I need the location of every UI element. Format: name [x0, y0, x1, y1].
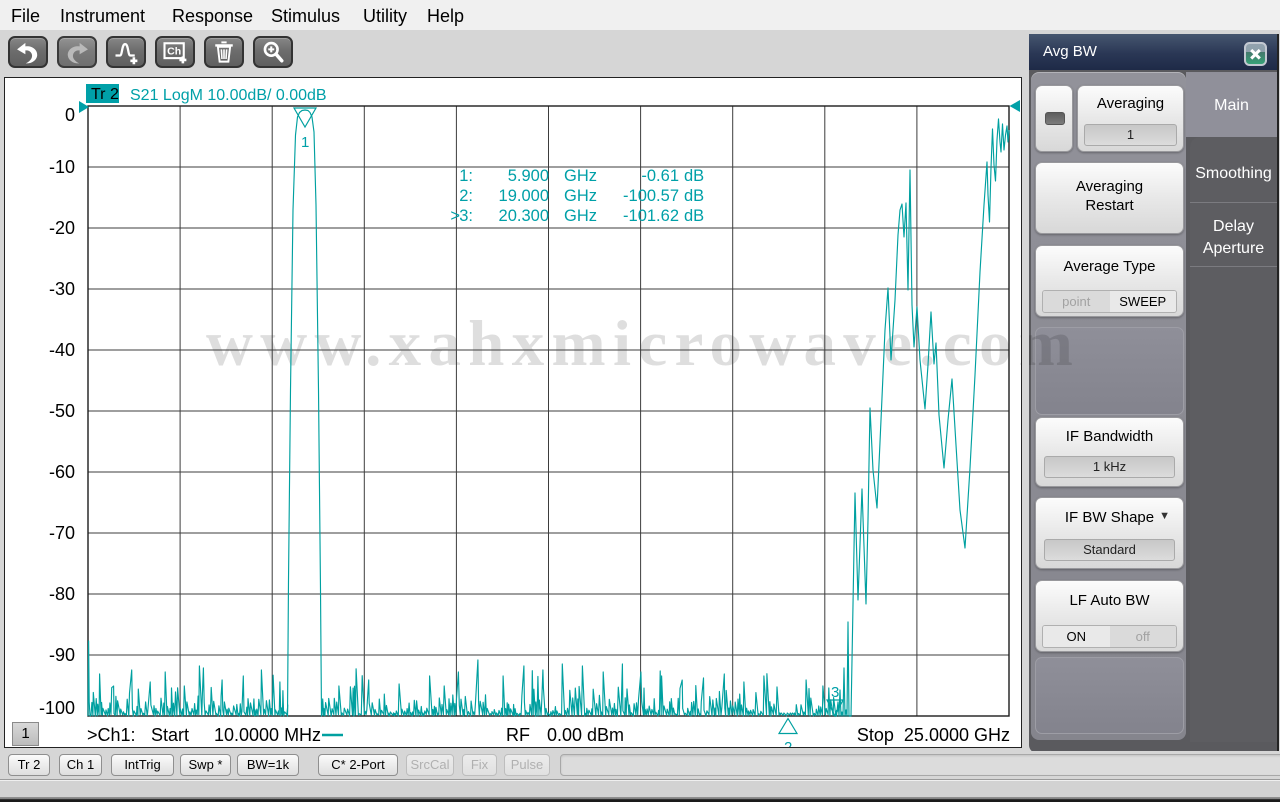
svg-text:-101.62: -101.62: [623, 207, 679, 225]
svg-text:GHz: GHz: [564, 167, 597, 185]
svg-text:2: 2: [784, 739, 792, 747]
svg-text:GHz: GHz: [564, 187, 597, 205]
svg-text:-100: -100: [39, 698, 75, 718]
svg-text:1: 1: [301, 134, 309, 151]
svg-text:www.xahxmicrowave.com: www.xahxmicrowave.com: [206, 308, 1021, 380]
svg-text:1:: 1:: [459, 167, 473, 185]
svg-text:Ch: Ch: [167, 46, 181, 58]
svg-text:-70: -70: [49, 523, 75, 543]
svg-text:S21 LogM 10.00dB/ 0.00dB: S21 LogM 10.00dB/ 0.00dB: [130, 87, 327, 104]
svg-text:5.900: 5.900: [508, 167, 549, 185]
svg-text:dB: dB: [684, 207, 704, 225]
svg-text:-60: -60: [49, 462, 75, 482]
svg-text:20.300: 20.300: [499, 207, 549, 225]
svg-text:-90: -90: [49, 645, 75, 665]
svg-text:-30: -30: [49, 279, 75, 299]
svg-text:-20: -20: [49, 218, 75, 238]
svg-text:3:: 3:: [459, 207, 473, 225]
svg-text:dB: dB: [684, 167, 704, 185]
svg-text:3: 3: [831, 684, 839, 701]
svg-text:Tr 2: Tr 2: [91, 86, 119, 103]
svg-text:0: 0: [65, 105, 75, 125]
svg-text:19.000: 19.000: [499, 187, 549, 205]
svg-text:-80: -80: [49, 584, 75, 604]
svg-text:-0.61: -0.61: [641, 167, 679, 185]
svg-text:dB: dB: [684, 187, 704, 205]
svg-text:-10: -10: [49, 157, 75, 177]
svg-text:2:: 2:: [459, 187, 473, 205]
svg-text:-100.57: -100.57: [623, 187, 679, 205]
svg-text:-50: -50: [49, 401, 75, 421]
svg-text:-40: -40: [49, 340, 75, 360]
svg-text:GHz: GHz: [564, 207, 597, 225]
